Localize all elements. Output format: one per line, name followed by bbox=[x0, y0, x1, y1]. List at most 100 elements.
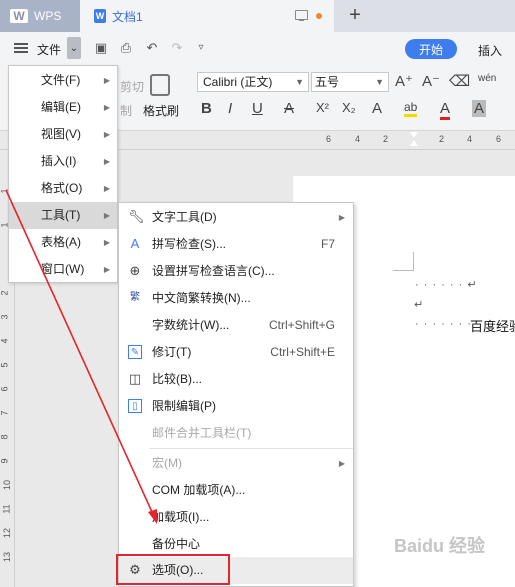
submenu-item-word-count[interactable]: 字数统计(W)... Ctrl+Shift+G bbox=[119, 312, 353, 339]
superscript-icon[interactable]: X² bbox=[316, 100, 329, 115]
bold-icon[interactable]: B bbox=[201, 100, 212, 117]
subscript-icon[interactable]: X₂ bbox=[342, 100, 356, 115]
ruler-tick: 5 bbox=[0, 362, 10, 368]
page-margin-corner bbox=[393, 252, 414, 271]
chevron-down-icon: ▼ bbox=[375, 77, 384, 87]
ruler-tick: 3 bbox=[0, 314, 10, 320]
submenu-item-spell-language[interactable]: ⊕ 设置拼写检查语言(C)... bbox=[119, 258, 353, 285]
unsaved-dot-icon bbox=[316, 13, 322, 19]
document-tab-label: 文档1 bbox=[112, 9, 143, 24]
ruler-tick: 11 bbox=[1, 504, 12, 514]
submenu-item-spell-check[interactable]: A 拼写检查(S)... F7 bbox=[119, 231, 353, 258]
menu-item-format[interactable]: 格式(O) ▶ bbox=[9, 175, 117, 202]
menu-item-tools[interactable]: 工具(T) ▶ bbox=[9, 202, 117, 229]
chevron-right-icon: ▶ bbox=[338, 213, 345, 222]
wps-app-tab[interactable]: W WPS bbox=[0, 0, 80, 32]
submenu-item-com-addins[interactable]: COM 加载项(A)... bbox=[119, 477, 353, 504]
submenu-item-label: 加载项(I)... bbox=[152, 510, 210, 524]
underline-icon[interactable]: U bbox=[252, 100, 263, 117]
italic-icon[interactable]: I bbox=[228, 100, 232, 117]
font-name-select[interactable]: Calibri (正文) ▼ bbox=[197, 72, 309, 92]
chevron-right-icon: ▶ bbox=[103, 238, 110, 247]
font-size-value: 五号 bbox=[315, 75, 340, 89]
chevron-right-icon: ▶ bbox=[103, 130, 110, 139]
chevron-right-icon: ▶ bbox=[103, 184, 110, 193]
chevron-right-icon: ▶ bbox=[103, 211, 110, 220]
new-tab-button[interactable]: + bbox=[344, 4, 366, 26]
submenu-item-chinese-convert[interactable]: 繁 中文简繁转换(N)... bbox=[119, 285, 353, 312]
convert-icon: 繁 bbox=[130, 292, 140, 303]
submenu-item-label: 比较(B)... bbox=[152, 372, 202, 386]
pinyin-icon[interactable]: wén bbox=[478, 73, 496, 84]
globe-icon: ⊕ bbox=[129, 263, 141, 278]
spell-check-icon: A bbox=[130, 236, 140, 251]
submenu-item-restrict-edit[interactable]: ▯ 限制编辑(P) bbox=[119, 393, 353, 420]
shortcut-label: F7 bbox=[320, 237, 335, 251]
grow-font-icon[interactable]: A⁺ bbox=[395, 72, 413, 90]
ruler-tick: 4 bbox=[355, 134, 361, 144]
menu-item-view[interactable]: 视图(V) ▶ bbox=[9, 121, 117, 148]
submenu-item-mail-merge: 邮件合并工具栏(T) bbox=[119, 420, 353, 447]
shrink-font-icon[interactable]: A⁻ bbox=[422, 72, 440, 90]
copy-label[interactable]: 制 bbox=[120, 102, 132, 119]
paragraph-mark: ↵ bbox=[414, 299, 425, 311]
menu-item-label: 格式(O) bbox=[41, 181, 83, 195]
chevron-right-icon: ▶ bbox=[103, 265, 110, 274]
revise-icon: ✎ bbox=[128, 345, 142, 359]
hamburger-menu-icon[interactable] bbox=[14, 43, 28, 53]
paragraph-line: · · · · · · ↵ bbox=[415, 279, 478, 291]
document-icon: W bbox=[94, 9, 106, 23]
menu-item-insert[interactable]: 插入(I) ▶ bbox=[9, 148, 117, 175]
menu-item-table[interactable]: 表格(A) ▶ bbox=[9, 229, 117, 256]
submenu-item-label: 字数统计(W)... bbox=[152, 318, 230, 332]
tab-start[interactable]: 开始 bbox=[405, 39, 457, 59]
menu-item-label: 窗口(W) bbox=[41, 262, 85, 276]
highlight-icon[interactable]: ab bbox=[404, 100, 418, 117]
text-effect-icon[interactable]: A bbox=[372, 100, 382, 117]
customize-toolbar-icon[interactable]: ▿ bbox=[194, 41, 208, 55]
menu-item-label: 插入(I) bbox=[41, 154, 77, 168]
ruler-tick: 6 bbox=[326, 134, 332, 144]
ruler-tick: 6 bbox=[0, 386, 10, 392]
submenu-item-label: 备份中心 bbox=[152, 537, 201, 551]
menu-item-edit[interactable]: 编辑(E) ▶ bbox=[9, 94, 117, 121]
character-shading-icon[interactable]: A bbox=[472, 100, 487, 117]
format-painter-icon[interactable] bbox=[150, 74, 170, 96]
submenu-item-addins[interactable]: 加载项(I)... bbox=[119, 504, 353, 531]
menu-item-file[interactable]: 文件(F) ▶ bbox=[9, 67, 117, 94]
submenu-item-label: 拼写检查(S)... bbox=[152, 237, 226, 251]
submenu-item-label: 中文简繁转换(N)... bbox=[152, 291, 251, 305]
tab-insert[interactable]: 插入 bbox=[478, 42, 502, 59]
file-dropdown-chevron-icon[interactable]: ⌄ bbox=[67, 37, 81, 59]
undo-icon[interactable]: ↶ bbox=[145, 41, 159, 55]
ruler-tick: 9 bbox=[0, 458, 10, 464]
strikethrough-icon[interactable]: A bbox=[284, 100, 294, 117]
monitor-icon[interactable] bbox=[295, 10, 308, 21]
chevron-down-icon: ▼ bbox=[295, 77, 304, 87]
menu-item-label: 表格(A) bbox=[41, 235, 81, 249]
submenu-item-text-tools[interactable]: 🔧︎ 文字工具(D) ▶ bbox=[119, 204, 353, 231]
redo-icon[interactable]: ↷ bbox=[170, 41, 184, 55]
submenu-item-label: 宏(M) bbox=[152, 456, 182, 470]
ruler-tick: 8 bbox=[0, 434, 10, 440]
submenu-item-compare[interactable]: ◫ 比较(B)... bbox=[119, 366, 353, 393]
ruler-tick: 4 bbox=[0, 338, 10, 344]
main-menu: 文件(F) ▶ 编辑(E) ▶ 视图(V) ▶ 插入(I) ▶ 格式(O) ▶ 工具(T)… bbox=[8, 65, 118, 283]
clear-format-icon[interactable]: ⌫ bbox=[449, 72, 470, 90]
submenu-item-revise[interactable]: ✎ 修订(T) Ctrl+Shift+E bbox=[119, 339, 353, 366]
quick-access-toolbar: 文件 ⌄ ▣ ⎙ ↶ ↷ ▿ 开始 插入 bbox=[0, 32, 515, 64]
save-icon[interactable]: ▣ bbox=[94, 41, 108, 55]
ruler-tick: 4 bbox=[467, 134, 473, 144]
font-color-icon[interactable]: A bbox=[440, 100, 451, 120]
format-painter-button[interactable]: 格式刷 bbox=[143, 102, 179, 119]
font-size-select[interactable]: 五号 ▼ bbox=[311, 72, 389, 92]
print-icon[interactable]: ⎙ bbox=[119, 41, 133, 55]
wrench-icon: 🔧︎ bbox=[128, 209, 145, 224]
tab-bar: W WPS W 文档1 + bbox=[0, 0, 515, 32]
cut-label[interactable]: 剪切 bbox=[120, 78, 144, 95]
file-menu-button[interactable]: 文件 bbox=[37, 41, 61, 58]
tools-submenu: 🔧︎ 文字工具(D) ▶ A 拼写检查(S)... F7 ⊕ 设置拼写检查语言(… bbox=[118, 202, 354, 587]
indent-marker[interactable] bbox=[410, 132, 418, 150]
menu-item-window[interactable]: 窗口(W) ▶ bbox=[9, 256, 117, 283]
chevron-right-icon: ▶ bbox=[103, 157, 110, 166]
